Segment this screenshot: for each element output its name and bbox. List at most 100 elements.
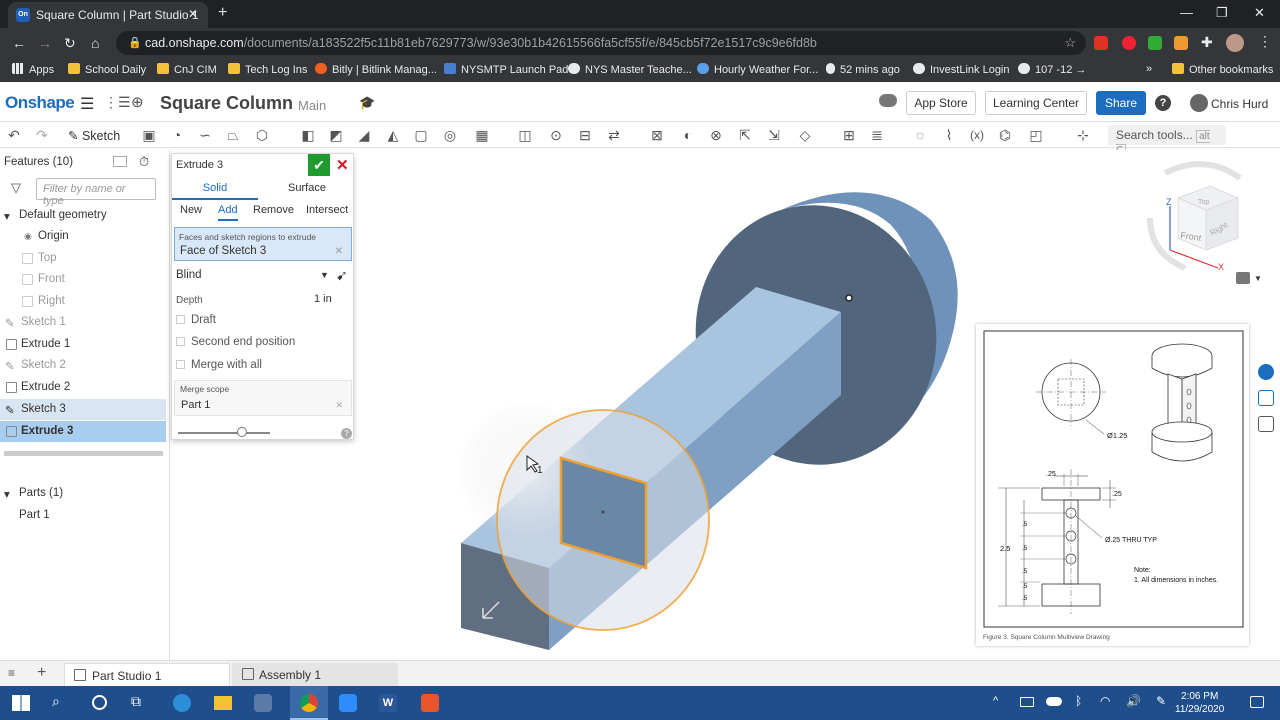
feature-sketch-2[interactable]: ✎ Sketch 2 [0,355,166,376]
document-title[interactable]: Square Column [160,93,293,114]
feature-filter-input[interactable]: Filter by name or type [36,178,156,207]
bookmark-weather[interactable]: Hourly Weather For... [697,63,818,76]
share-button[interactable]: Share [1096,91,1146,115]
battery-icon[interactable] [1020,697,1034,707]
draft-icon[interactable]: ◢ [356,127,372,143]
bookmark-nysmtp[interactable]: NYSMTP Launch Pad [444,63,568,76]
tray-chevron-icon[interactable]: ^ [993,695,998,707]
preview-slider[interactable] [178,432,270,434]
insert-icon[interactable]: ⊕ [131,93,144,111]
merge-scope-field[interactable]: Merge scope Part 1 ✕ [174,380,352,416]
feature-list-icon[interactable]: ⋮☰ [104,94,131,111]
extensions-puzzle-icon[interactable]: ✚ [1201,34,1213,51]
depth-input[interactable]: 1 in [314,293,332,305]
feature-sketch-3[interactable]: ✎ Sketch 3 [0,399,166,420]
shell-icon[interactable]: ▢ [413,127,429,143]
bookmark-nys-master[interactable]: NYS Master Teache... [568,63,692,76]
revolve-icon[interactable]: ◔ [169,127,185,143]
surface-icon[interactable]: ◰ [1028,127,1044,143]
feature-extrude-2[interactable]: Extrude 2 [0,377,166,398]
help-icon[interactable]: ? [1155,95,1171,111]
second-end-checkbox[interactable]: Second end position [176,336,295,348]
modify-fillet-icon[interactable]: ◐ [680,127,696,143]
sheet-metal-icon[interactable]: ≣ [869,127,885,143]
adblock-icon[interactable] [1094,36,1108,50]
user-avatar[interactable] [1190,94,1208,112]
home-icon[interactable]: ⌂ [91,35,99,51]
plane-icon[interactable]: ◇ [797,127,813,143]
op-remove[interactable]: Remove [253,204,294,216]
extrude-icon[interactable]: ▣ [141,127,157,143]
tab-surface[interactable]: Surface [264,182,350,200]
loft-icon[interactable]: ⏢ [225,127,241,143]
pen-icon[interactable]: ✎ [1156,694,1166,708]
windows-start-icon[interactable] [12,695,30,711]
appearance-panel-icon[interactable] [1258,364,1274,380]
window-close-icon[interactable]: ✕ [1254,5,1265,21]
op-new[interactable]: New [180,204,202,216]
bookmark-investlink[interactable]: InvestLink Login [913,63,1010,76]
branch-label[interactable]: Main [298,98,326,113]
back-icon[interactable]: ← [12,35,26,51]
hamburger-menu-icon[interactable]: ☰ [80,94,94,114]
feature-top-plane[interactable]: Top [0,248,166,269]
boolean-icon[interactable]: ⊙ [548,127,564,143]
education-cap-icon[interactable]: 🎓 [359,95,375,111]
maximize-icon[interactable]: ❐ [1216,5,1228,21]
word-icon[interactable]: W [379,694,397,712]
properties-panel-icon[interactable] [1258,416,1274,432]
learning-center-button[interactable]: Learning Center [985,91,1087,115]
feature-sketch-1[interactable]: ✎ Sketch 1 [0,312,166,333]
faces-selection-field[interactable]: Faces and sketch regions to extrude Face… [174,227,352,261]
sketch-button[interactable]: ✎ Sketch [68,128,120,143]
end-type-select[interactable]: Blind [176,269,202,281]
system-clock[interactable]: 2:06 PM 11/29/2020 [1175,690,1224,716]
chamfer-icon[interactable]: ◩ [328,127,344,143]
configurations-panel-icon[interactable] [1258,390,1274,406]
extension-icon[interactable] [1122,36,1136,50]
view-cube[interactable]: Top Front Right Z X [1140,158,1270,288]
edge-icon[interactable] [173,694,191,712]
move-face-icon[interactable]: ⇱ [737,127,753,143]
flip-direction-icon[interactable]: ➹ [336,267,348,284]
wifi-icon[interactable]: ◠ [1100,694,1110,708]
chrome-taskbar-button[interactable] [290,686,328,720]
part-item[interactable]: Part 1 [0,505,166,526]
address-bar[interactable]: 🔒 cad.onshape.com/documents/a183522f5c11… [116,31,1086,55]
hole-icon[interactable]: ◎ [442,127,458,143]
bookmark-bitly[interactable]: Bitly | Bitlink Manag... [315,63,437,76]
onedrive-icon[interactable] [1046,697,1062,706]
mirror-icon[interactable]: ◫ [517,127,533,143]
undo-icon[interactable]: ↶ [6,127,22,143]
profile-avatar[interactable] [1226,34,1244,52]
slider-handle[interactable] [237,427,247,437]
merge-all-checkbox[interactable]: Merge with all [176,359,262,371]
bookmark-star-icon[interactable]: ☆ [1064,35,1076,51]
add-folder-icon[interactable] [113,156,127,167]
helix-icon[interactable]: ◌ [912,127,928,143]
pattern-icon[interactable]: ▦ [474,127,490,143]
redo-icon[interactable]: ↷ [34,127,50,143]
tab-list-icon[interactable]: ≡ [8,666,15,680]
feature-extrude-1[interactable]: Extrude 1 [0,334,166,355]
feature-origin[interactable]: ◉ Origin [0,226,166,247]
sweep-icon[interactable]: ∽ [197,127,213,143]
browser-menu-icon[interactable]: ⋮ [1258,33,1272,50]
split-icon[interactable]: ⊟ [577,127,593,143]
bookmark-cnj-cim[interactable]: CnJ CIM [157,63,217,76]
reload-icon[interactable]: ↻ [64,35,76,52]
cortana-icon[interactable] [92,695,107,710]
op-add[interactable]: Add [218,204,238,221]
extension-icon[interactable] [1148,36,1162,50]
rollback-bar[interactable] [4,451,163,456]
comments-icon[interactable] [879,94,897,107]
bluetooth-icon[interactable]: ᛒ [1075,694,1082,708]
snipping-tool-icon[interactable] [254,694,272,712]
filter-icon[interactable]: ▽ [11,180,21,196]
fillet-icon[interactable]: ◧ [300,127,316,143]
default-geometry-folder[interactable]: ▾ Default geometry [0,205,166,226]
onshape-logo[interactable]: Onshape [5,93,75,113]
close-tab-icon[interactable]: ✕ [188,7,198,21]
bookmark-52-mins[interactable]: 52 mins ago [826,63,900,76]
add-tab-icon[interactable]: + [37,664,46,682]
